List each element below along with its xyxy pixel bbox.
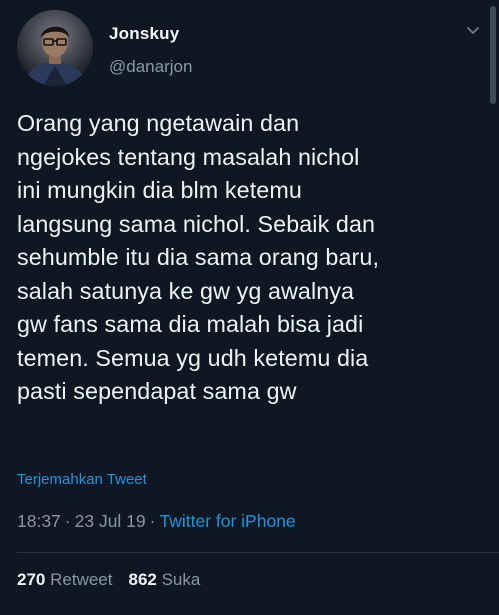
retweet-label: Retweet bbox=[50, 570, 113, 589]
scrollbar[interactable] bbox=[490, 6, 496, 104]
author-handle[interactable]: @danarjon bbox=[109, 57, 192, 77]
tweet-text: Orang yang ngetawain dan ngejokes tentan… bbox=[17, 110, 380, 404]
author-name[interactable]: Jonskuy bbox=[109, 24, 179, 44]
avatar-photo bbox=[17, 10, 93, 86]
like-count: 862 bbox=[128, 570, 157, 589]
tweet-source-link[interactable]: Twitter for iPhone bbox=[159, 511, 295, 531]
translate-tweet-link[interactable]: Terjemahkan Tweet bbox=[17, 471, 147, 488]
avatar[interactable] bbox=[17, 10, 93, 86]
retweet-count: 270 bbox=[17, 570, 46, 589]
like-label: Suka bbox=[161, 570, 201, 589]
tweet-header: Jonskuy @danarjon bbox=[17, 10, 482, 86]
tweet-card: Jonskuy @danarjon Orang yang ngetawain d… bbox=[0, 0, 499, 615]
chevron-down-icon[interactable] bbox=[466, 26, 480, 36]
tweet-meta: 18:37 · 23 Jul 19 · Twitter for iPhone bbox=[17, 511, 296, 532]
meta-separator: · bbox=[149, 511, 156, 531]
like-stat[interactable]: 862 Suka bbox=[128, 570, 200, 589]
retweet-stat[interactable]: 270 Retweet bbox=[17, 570, 112, 589]
tweet-stats: 270 Retweet 862 Suka bbox=[17, 570, 200, 590]
tweet-date: 23 Jul 19 bbox=[74, 511, 146, 531]
tweet-time: 18:37 bbox=[17, 511, 61, 531]
meta-separator: · bbox=[64, 511, 71, 531]
divider bbox=[17, 552, 499, 553]
